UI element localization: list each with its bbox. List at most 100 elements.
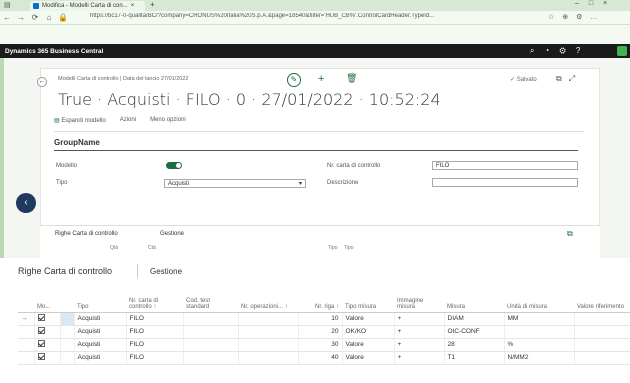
window-menu-icon[interactable]: ▤	[4, 1, 11, 9]
model-toggle[interactable]	[166, 162, 182, 169]
gear-icon[interactable]: ⚙	[559, 46, 575, 55]
checkbox-checked[interactable]	[37, 340, 45, 347]
test-cell[interactable]	[182, 338, 238, 352]
model-cell[interactable]	[33, 312, 60, 326]
bell-icon[interactable]: ◔	[544, 46, 559, 55]
tab-close-icon[interactable]: ×	[131, 3, 135, 9]
card-cell[interactable]: FILO	[125, 325, 183, 339]
meas-type-cell[interactable]: Valore	[341, 312, 394, 326]
group-name[interactable]: GroupName	[54, 138, 100, 147]
help-icon[interactable]: ?	[576, 46, 590, 55]
measure-cell[interactable]: 28	[443, 338, 504, 352]
row-arrow-icon[interactable]: →	[18, 312, 34, 326]
line-no-cell[interactable]: 30	[297, 338, 342, 352]
table-row[interactable]: → Acquisti FILO 10 Valore + DIAM MM	[18, 312, 630, 326]
checkbox-checked[interactable]	[37, 353, 45, 360]
type-select[interactable]: Acquisti ▾	[164, 179, 306, 188]
meas-type-cell[interactable]: Valore	[341, 338, 394, 352]
page-options[interactable]: ⧉⤢	[556, 74, 582, 84]
lines-small-title[interactable]: Righe Carta di controllo	[55, 231, 118, 237]
expand-lines-icon[interactable]: ⧉	[567, 229, 573, 239]
op-cell[interactable]	[237, 325, 298, 339]
line-no-cell[interactable]: 20	[297, 325, 342, 339]
test-cell[interactable]	[182, 351, 238, 365]
col-header[interactable]: Tipo misura	[342, 280, 394, 313]
maximize-icon[interactable]: □	[589, 0, 603, 7]
image-cell[interactable]: +	[393, 312, 444, 326]
type-cell[interactable]: Acquisti	[73, 338, 126, 352]
measure-cell[interactable]: T1	[443, 351, 504, 365]
close-window-icon[interactable]: ×	[603, 0, 617, 7]
op-cell[interactable]	[237, 338, 298, 352]
type-cell[interactable]: Acquisti	[73, 351, 126, 365]
checkbox-checked[interactable]	[37, 314, 45, 321]
avatar[interactable]	[617, 46, 627, 56]
row-select-cell[interactable]	[59, 312, 74, 326]
home-icon[interactable]: ⌂	[42, 13, 56, 22]
image-cell[interactable]: +	[393, 325, 444, 339]
op-cell[interactable]	[237, 312, 298, 326]
window-controls[interactable]: –□×	[575, 0, 617, 7]
test-cell[interactable]	[182, 312, 238, 326]
col-header[interactable]: Mo...	[34, 280, 60, 313]
lines-manage[interactable]: Gestione	[150, 267, 182, 276]
browser-toolbar-icons[interactable]: ☆⊕⚙…	[548, 13, 605, 21]
row-select-cell[interactable]	[59, 338, 74, 352]
meas-type-cell[interactable]: OK/KO	[341, 325, 394, 339]
meas-type-cell[interactable]: Valore	[341, 351, 394, 365]
col-header[interactable]: Nr. operazioni... ↑	[238, 280, 298, 313]
model-cell[interactable]	[33, 325, 60, 339]
checkbox-checked[interactable]	[37, 327, 45, 334]
col-header[interactable]: Misura	[444, 280, 504, 313]
row-select-cell[interactable]	[59, 325, 74, 339]
op-cell[interactable]	[237, 351, 298, 365]
browser-tab[interactable]: Modifica - Modelli Carta di con... ×	[30, 1, 145, 11]
url-field[interactable]: https://bc17-0-qualita/BC/?company=CRONU…	[90, 13, 540, 23]
line-no-cell[interactable]: 10	[297, 312, 342, 326]
uom-cell[interactable]: N/MM2	[503, 351, 574, 365]
delete-icon[interactable]: 🗑	[346, 73, 357, 84]
measure-cell[interactable]: DIAM	[443, 312, 504, 326]
table-row[interactable]: Acquisti FILO 40 Valore + T1 N/MM2	[18, 351, 630, 365]
action-fewer-options[interactable]: Meno opzioni	[150, 117, 186, 127]
ref-cell[interactable]	[573, 351, 630, 365]
add-icon[interactable]: +	[318, 73, 324, 85]
scroll-left-button[interactable]: ‹	[16, 193, 36, 213]
test-cell[interactable]	[182, 325, 238, 339]
minimize-icon[interactable]: –	[575, 0, 589, 7]
col-header[interactable]: Nr. riga ↑	[298, 280, 342, 313]
card-cell[interactable]: FILO	[125, 351, 183, 365]
forward-icon[interactable]: →	[14, 13, 28, 22]
action-actions[interactable]: Azioni	[120, 117, 136, 127]
card-no-field[interactable]: FILO	[432, 161, 578, 170]
lines-small-manage[interactable]: Gestione	[160, 231, 184, 237]
measure-cell[interactable]: OIC-CONF	[443, 325, 504, 339]
col-header[interactable]: Cod. test standard	[183, 280, 238, 313]
refresh-icon[interactable]: ⟳	[28, 13, 42, 22]
uom-cell[interactable]	[503, 325, 574, 339]
new-tab-button[interactable]: +	[150, 0, 155, 9]
description-field[interactable]	[432, 178, 578, 187]
table-row[interactable]: Acquisti FILO 20 OK/KO + OIC-CONF	[18, 325, 630, 339]
image-cell[interactable]: +	[393, 338, 444, 352]
image-cell[interactable]: +	[393, 351, 444, 365]
col-header[interactable]: Unità di misura	[504, 280, 574, 313]
collapse-icon[interactable]: ⤢	[569, 74, 582, 83]
ref-cell[interactable]	[573, 312, 630, 326]
back-icon[interactable]: ←	[0, 13, 14, 22]
card-cell[interactable]: FILO	[125, 338, 183, 352]
model-cell[interactable]	[33, 338, 60, 352]
open-new-window-icon[interactable]: ⧉	[556, 74, 569, 83]
line-no-cell[interactable]: 40	[297, 351, 342, 365]
col-header[interactable]: Immagine misura	[394, 280, 444, 313]
ref-cell[interactable]	[573, 325, 630, 339]
action-expand-model[interactable]: ▤ Espandi modello	[54, 117, 106, 127]
col-header[interactable]: Valore riferimento	[574, 280, 630, 313]
card-cell[interactable]: FILO	[125, 312, 183, 326]
app-name[interactable]: Dynamics 365 Business Central	[5, 48, 103, 55]
back-arrow-icon[interactable]: ←	[37, 77, 47, 87]
uom-cell[interactable]: %	[503, 338, 574, 352]
edit-icon[interactable]: ✎	[287, 73, 301, 87]
ref-cell[interactable]	[573, 338, 630, 352]
row-select-cell[interactable]	[59, 351, 74, 365]
